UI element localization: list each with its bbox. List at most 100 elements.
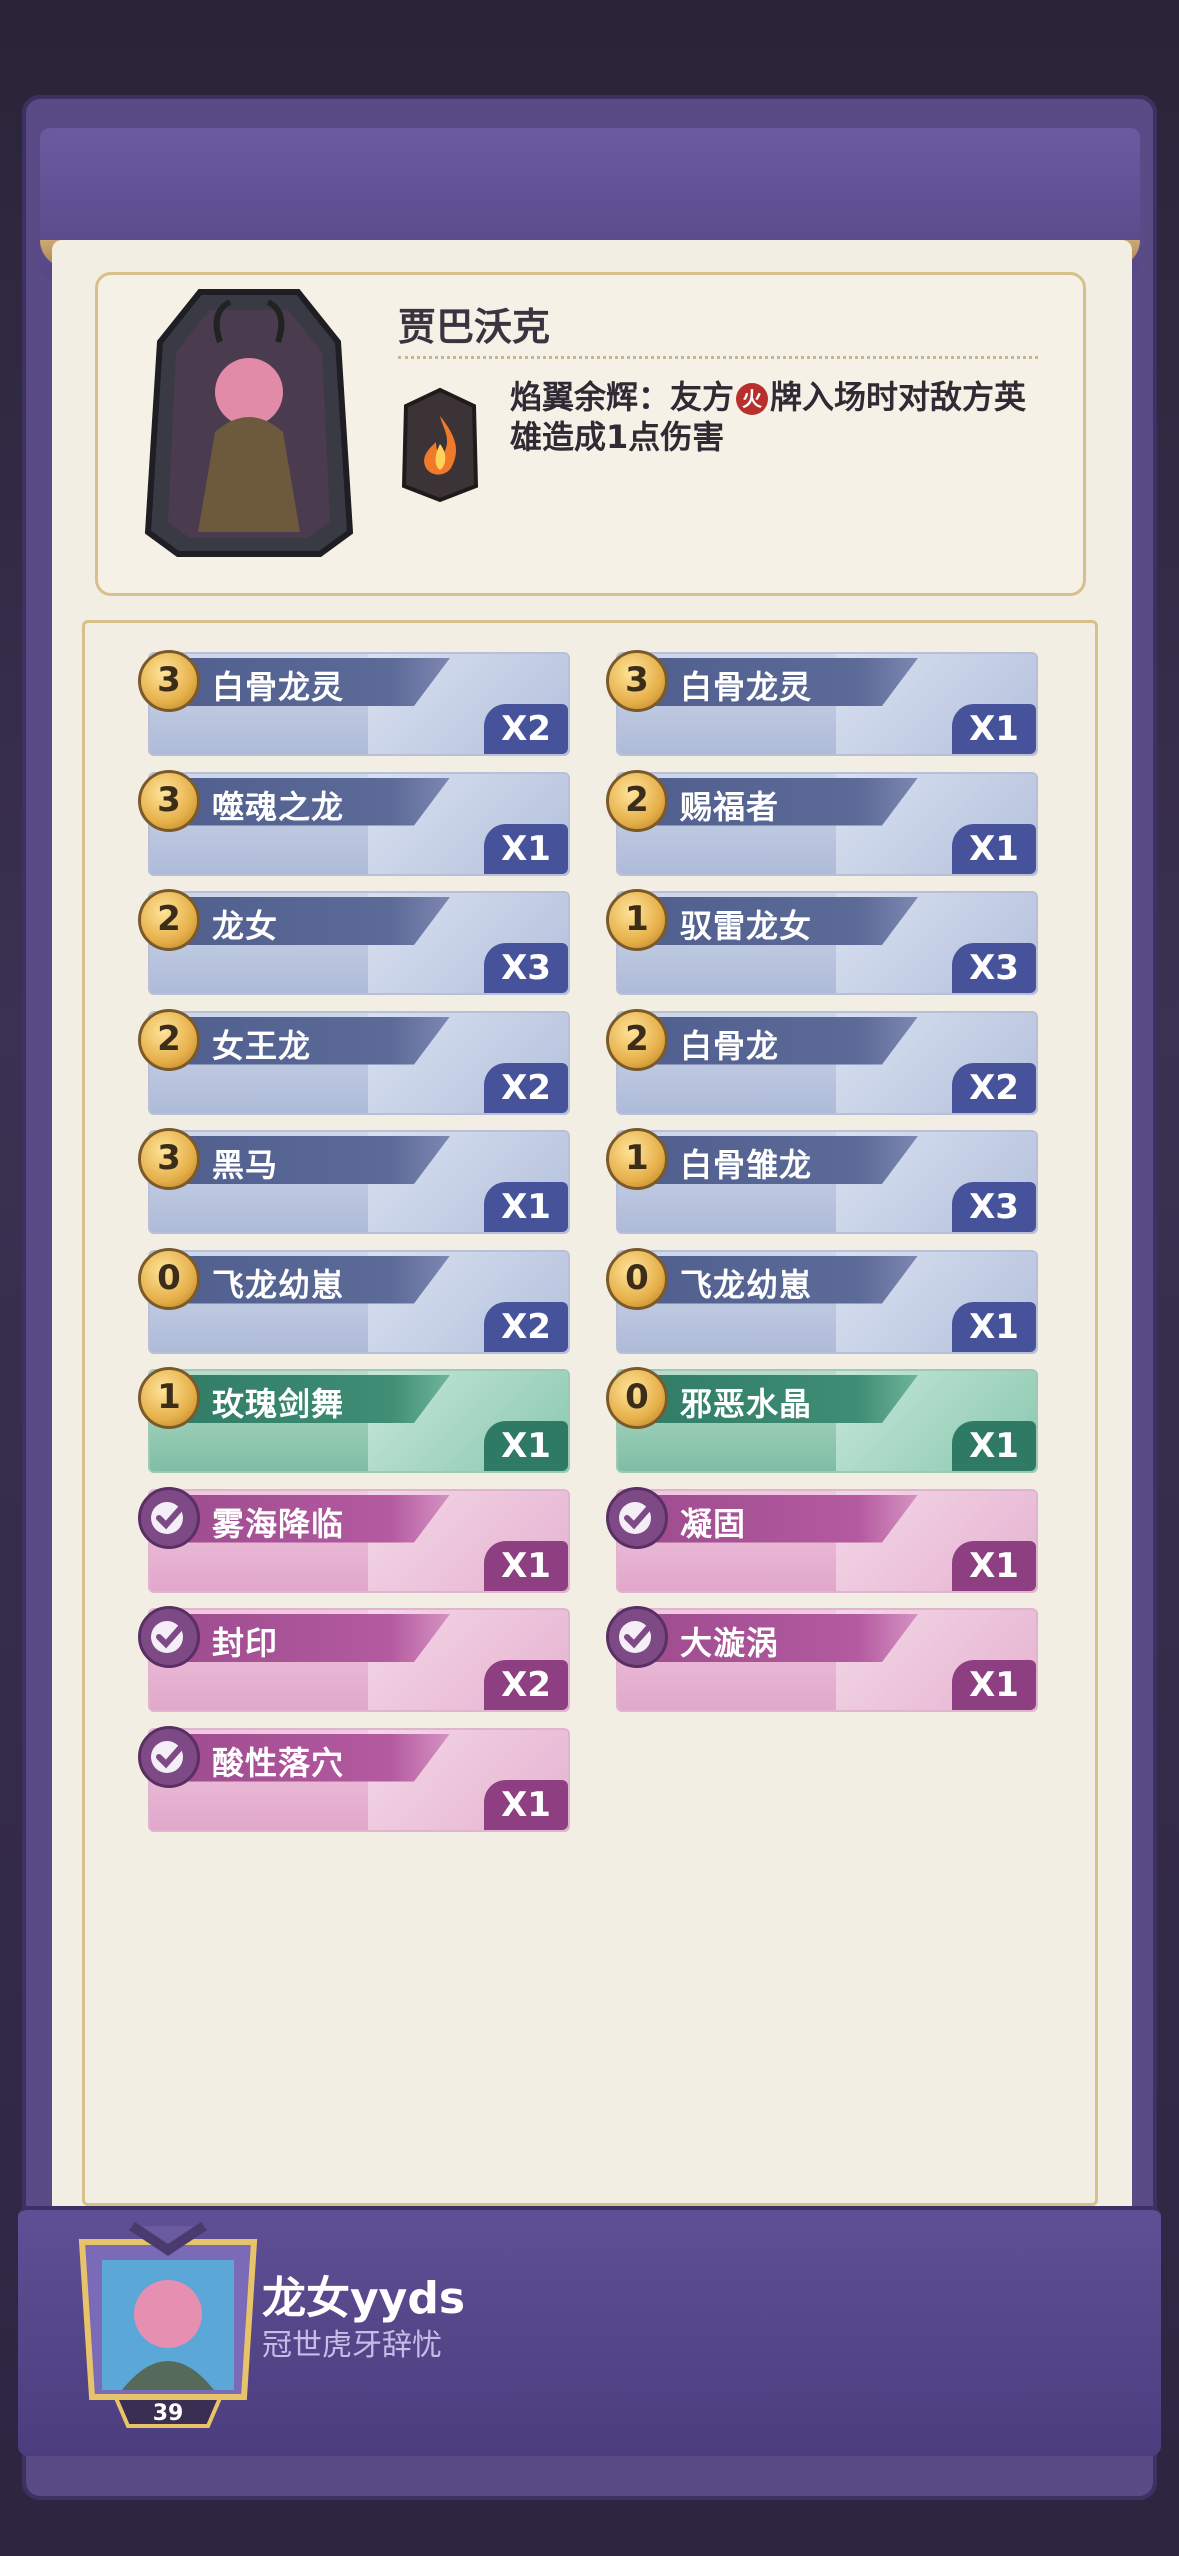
deck-card[interactable]: 飞龙幼崽 X1 0	[606, 1247, 1038, 1354]
card-body: 大漩涡 X1	[616, 1608, 1038, 1712]
card-name: 酸性落穴	[212, 1743, 345, 1782]
card-name: 白骨龙灵	[680, 668, 813, 706]
deck-card[interactable]: 白骨雏龙 X3 1	[606, 1128, 1038, 1234]
card-count: X1	[484, 1421, 568, 1471]
card-cost-badge: 2	[606, 769, 668, 832]
card-body: 白骨雏龙 X3	[616, 1130, 1038, 1234]
skill-text-prefix: 焰翼余辉：友方	[510, 378, 735, 416]
deck-card[interactable]: 龙女 X3 2	[138, 889, 570, 995]
card-cost-badge: 0	[606, 1247, 668, 1310]
card-name: 大漩涡	[680, 1624, 780, 1662]
player-name: 龙女yyds	[262, 2273, 466, 2324]
card-name: 飞龙幼崽	[212, 1265, 345, 1304]
card-cost-badge: 0	[606, 1367, 668, 1429]
card-count: X1	[952, 1301, 1036, 1352]
spell-check-icon	[138, 1486, 200, 1549]
deck-card[interactable]: 驭雷龙女 X3 1	[606, 889, 1038, 995]
card-cost-badge: 1	[138, 1367, 200, 1429]
card-cost-badge: 2	[138, 1008, 200, 1071]
deck-card[interactable]: 黑马 X1 3	[138, 1128, 570, 1234]
card-name: 白骨龙灵	[212, 668, 345, 706]
card-body: 酸性落穴 X1	[148, 1727, 570, 1832]
card-name: 赐福者	[680, 787, 780, 826]
card-count: X1	[952, 1660, 1036, 1710]
player-title: 冠世虎牙辞忧	[262, 2328, 442, 2363]
card-cost-badge: 3	[138, 650, 200, 712]
card-count: X1	[952, 823, 1036, 874]
hero-divider	[398, 356, 1038, 359]
card-body: 飞龙幼崽 X1	[616, 1249, 1038, 1354]
card-body: 玫瑰剑舞 X1	[148, 1369, 570, 1473]
card-body: 赐福者 X1	[616, 771, 1038, 876]
card-name: 白骨雏龙	[680, 1146, 813, 1184]
card-name: 飞龙幼崽	[680, 1265, 813, 1304]
card-body: 龙女 X3	[148, 891, 570, 995]
hero-name: 贾巴沃克	[398, 305, 551, 349]
card-name: 女王龙	[212, 1026, 312, 1065]
card-count: X1	[484, 823, 568, 874]
card-body: 飞龙幼崽 X2	[148, 1249, 570, 1354]
card-name: 封印	[212, 1624, 279, 1662]
card-body: 黑马 X1	[148, 1130, 570, 1234]
deck-card[interactable]: 玫瑰剑舞 X1 1	[138, 1367, 570, 1473]
card-name: 驭雷龙女	[680, 907, 813, 945]
deck-card[interactable]: 白骨龙 X2 2	[606, 1008, 1038, 1115]
card-body: 噬魂之龙 X1	[148, 771, 570, 876]
card-cost-badge: 3	[138, 1128, 200, 1190]
hero-portrait[interactable]	[140, 282, 358, 560]
deck-card[interactable]: 飞龙幼崽 X2 0	[138, 1247, 570, 1354]
card-count: X2	[484, 1660, 568, 1710]
card-count: X1	[484, 1540, 568, 1591]
card-name: 邪恶水晶	[680, 1385, 813, 1423]
card-count: X3	[484, 943, 568, 993]
card-name: 雾海降临	[212, 1504, 345, 1543]
deck-card[interactable]: 封印 X2	[138, 1606, 570, 1712]
deck-card[interactable]: 雾海降临 X1	[138, 1486, 570, 1593]
card-body: 白骨龙灵 X2	[148, 652, 570, 756]
card-count: X1	[484, 1182, 568, 1232]
deck-card[interactable]: 噬魂之龙 X1 3	[138, 769, 570, 876]
card-count: X3	[952, 1182, 1036, 1232]
card-count: X1	[484, 1779, 568, 1830]
deck-card[interactable]: 酸性落穴 X1	[138, 1725, 570, 1832]
fire-element-icon: 火	[736, 383, 769, 415]
card-count: X2	[484, 1062, 568, 1113]
spell-check-icon	[138, 1606, 200, 1668]
deck-card[interactable]: 白骨龙灵 X2 3	[138, 650, 570, 756]
card-name: 白骨龙	[680, 1026, 780, 1065]
deck-card[interactable]: 大漩涡 X1	[606, 1606, 1038, 1712]
player-avatar[interactable]: 39	[72, 2222, 264, 2434]
card-cost-badge: 1	[606, 889, 668, 951]
card-name: 玫瑰剑舞	[212, 1385, 345, 1423]
card-count: X2	[484, 1301, 568, 1352]
hero-skill-description: 焰翼余辉：友方火牌入场时对敌方英雄造成1点伤害	[510, 377, 1050, 457]
card-cost-badge: 2	[138, 889, 200, 951]
deck-card[interactable]: 凝固 X1	[606, 1486, 1038, 1593]
spell-check-icon	[606, 1486, 668, 1549]
card-cost-badge: 3	[138, 769, 200, 832]
card-count: X1	[952, 1421, 1036, 1471]
card-count: X1	[952, 704, 1036, 754]
card-count: X2	[952, 1062, 1036, 1113]
card-count: X2	[484, 704, 568, 754]
card-body: 雾海降临 X1	[148, 1488, 570, 1593]
card-count: X3	[952, 943, 1036, 993]
deck-card[interactable]: 邪恶水晶 X1 0	[606, 1367, 1038, 1473]
deck-card[interactable]: 白骨龙灵 X1 3	[606, 650, 1038, 756]
card-body: 女王龙 X2	[148, 1010, 570, 1115]
card-name: 黑马	[212, 1146, 279, 1184]
card-body: 白骨龙 X2	[616, 1010, 1038, 1115]
spell-check-icon	[606, 1606, 668, 1668]
card-cost-badge: 3	[606, 650, 668, 712]
deck-card[interactable]: 赐福者 X1 2	[606, 769, 1038, 876]
card-body: 白骨龙灵 X1	[616, 652, 1038, 756]
card-name: 凝固	[680, 1504, 747, 1543]
fire-skill-icon[interactable]	[396, 386, 484, 504]
card-cost-badge: 1	[606, 1128, 668, 1190]
card-body: 驭雷龙女 X3	[616, 891, 1038, 995]
card-body: 邪恶水晶 X1	[616, 1369, 1038, 1473]
card-body: 凝固 X1	[616, 1488, 1038, 1593]
spell-check-icon	[138, 1725, 200, 1788]
deck-card[interactable]: 女王龙 X2 2	[138, 1008, 570, 1115]
card-body: 封印 X2	[148, 1608, 570, 1712]
